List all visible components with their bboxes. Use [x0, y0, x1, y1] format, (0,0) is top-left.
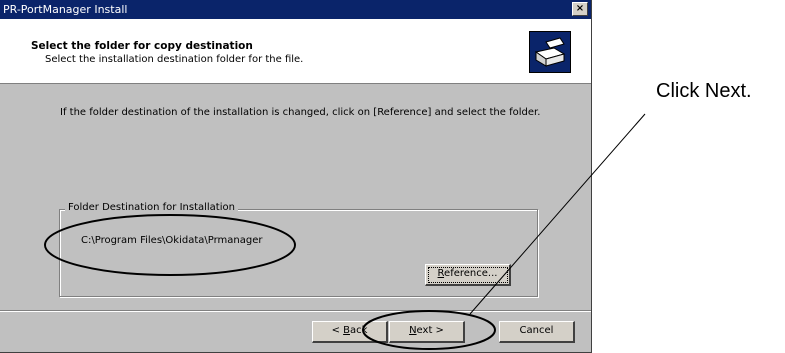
back-label: ack: [350, 325, 368, 336]
instruction-text: If the folder destination of the install…: [60, 107, 541, 118]
next-button[interactable]: Next >: [389, 321, 465, 343]
header-title: Select the folder for copy destination: [31, 40, 253, 52]
title-bar: PR-PortManager Install ×: [0, 0, 591, 19]
next-label: ext >: [416, 325, 444, 336]
back-button[interactable]: < Back: [312, 321, 388, 343]
close-button[interactable]: ×: [572, 2, 588, 16]
annotation-label: Click Next.: [656, 80, 752, 102]
installer-box-icon: [529, 31, 571, 73]
installer-dialog: PR-PortManager Install × Select the fold…: [0, 0, 592, 353]
group-legend: Folder Destination for Installation: [65, 202, 238, 213]
header-subtitle: Select the installation destination fold…: [45, 54, 304, 65]
button-separator: [0, 310, 591, 312]
reference-button[interactable]: Reference...: [425, 264, 511, 286]
window-title: PR-PortManager Install: [3, 3, 128, 16]
next-accel: N: [409, 325, 417, 336]
reference-label: eference...: [444, 268, 498, 279]
back-accel: B: [343, 325, 350, 336]
header-panel: Select the folder for copy destination S…: [0, 19, 591, 84]
back-prefix: <: [331, 325, 344, 336]
folder-path-text: C:\Program Files\Okidata\Prmanager: [81, 235, 263, 246]
cancel-button[interactable]: Cancel: [499, 321, 575, 343]
